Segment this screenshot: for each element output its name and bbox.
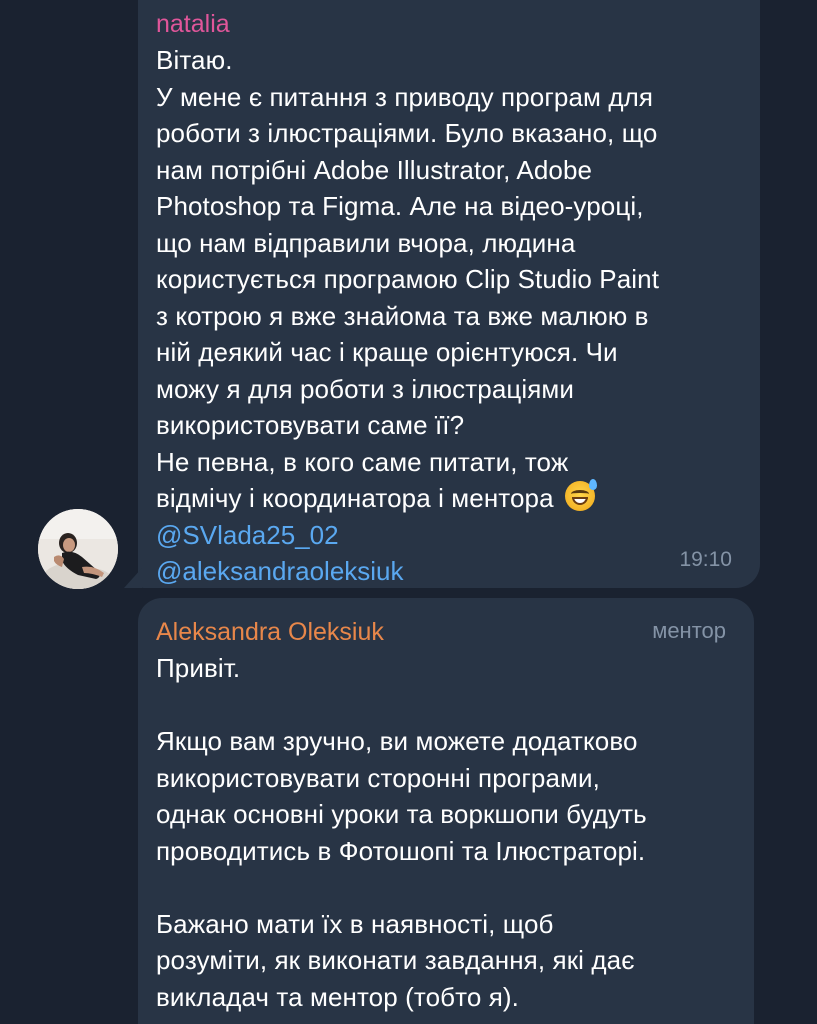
- chat-history[interactable]: natalia Вітаю. У мене є питання з привод…: [0, 0, 817, 1024]
- sender-name[interactable]: Aleksandra Oleksiuk: [156, 616, 728, 648]
- message-text: Вітаю. У мене є питання з приводу програ…: [156, 42, 734, 517]
- message-bubble-incoming[interactable]: Aleksandra Oleksiuk ментор Привіт. Якщо …: [138, 598, 754, 1024]
- message-bubble-incoming[interactable]: natalia Вітаю. У мене є питання з привод…: [124, 0, 760, 590]
- mention-link[interactable]: @SVlada25_02: [156, 517, 734, 554]
- role-badge: ментор: [652, 618, 726, 643]
- message-body: Вітаю. У мене є питання з приводу програ…: [156, 45, 660, 513]
- message-timestamp: 19:10: [679, 548, 732, 571]
- bubble-tail: [124, 568, 142, 588]
- message-text: Привіт. Якщо вам зручно, ви можете додат…: [156, 653, 647, 1012]
- grinning-face-with-sweat-emoji: [565, 479, 598, 511]
- avatar[interactable]: [38, 509, 118, 589]
- avatar-photo: [38, 509, 118, 589]
- sender-name[interactable]: natalia: [156, 8, 734, 40]
- mention-link[interactable]: @aleksandraoleksiuk: [156, 553, 734, 590]
